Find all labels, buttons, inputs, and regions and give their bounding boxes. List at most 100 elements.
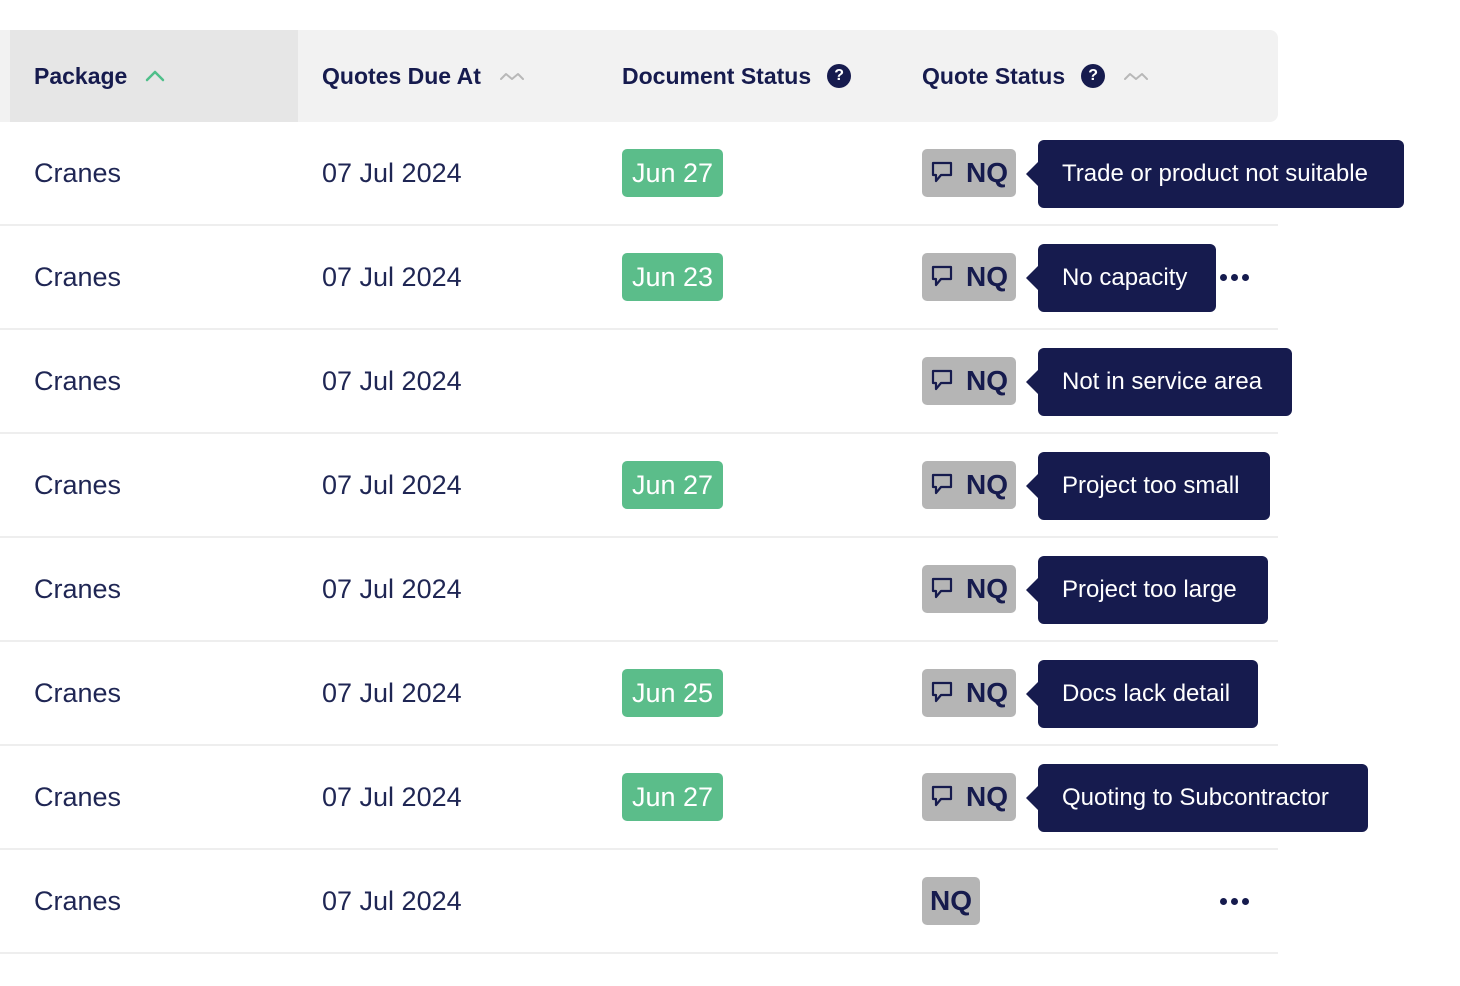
comment-icon <box>930 576 960 602</box>
table-row[interactable]: Cranes 07 Jul 2024 Jun 27 NQ Trade or produc… <box>0 122 1404 226</box>
package-name: Cranes <box>34 157 122 188</box>
quotes-due-cell: 07 Jul 2024 <box>322 850 462 952</box>
quote-status-cell: NQ <box>922 226 1016 328</box>
comment-icon <box>930 368 960 394</box>
document-status-cell: Jun 23 <box>622 226 724 328</box>
quotes-due-cell: 07 Jul 2024 <box>322 330 462 432</box>
help-icon[interactable]: ? <box>827 64 852 88</box>
quote-status-label: NQ <box>966 365 1008 396</box>
tooltip-text: Quoting to Subcontractor <box>1062 784 1329 811</box>
column-header-label: Quotes Due At <box>322 62 481 89</box>
quote-status-badge[interactable]: NQ <box>922 565 1016 613</box>
quote-status-label: NQ <box>966 573 1008 604</box>
quotes-due-cell: 07 Jul 2024 <box>322 538 462 640</box>
quote-status-cell: NQ <box>922 434 1016 536</box>
column-header-quotes-due-at[interactable]: Quotes Due At <box>322 30 525 122</box>
help-icon[interactable]: ? <box>1081 64 1106 88</box>
not-quoting-reason-tooltip: Docs lack detail <box>1026 660 1258 728</box>
due-date: 07 Jul 2024 <box>322 469 462 500</box>
sort-unsorted-icon[interactable] <box>499 70 525 82</box>
quotes-due-cell: 07 Jul 2024 <box>322 122 462 224</box>
package-cell: Cranes <box>34 226 121 328</box>
not-quoting-reason-tooltip: Project too small <box>1026 452 1270 520</box>
document-status-cell: Jun 25 <box>622 642 724 744</box>
table-row[interactable]: Cranes 07 Jul 2024 NQ <box>0 850 1278 954</box>
package-name: Cranes <box>34 573 122 604</box>
quote-status-badge[interactable]: NQ <box>922 669 1016 717</box>
not-quoting-reason-tooltip: Not in service area <box>1026 348 1292 416</box>
document-status-cell: Jun 27 <box>622 746 724 848</box>
quote-status-cell: NQ <box>922 642 1016 744</box>
document-status-badge[interactable]: Jun 27 <box>622 773 724 821</box>
comment-icon <box>930 264 960 290</box>
quote-status-badge[interactable]: NQ <box>922 149 1016 197</box>
quotes-due-cell: 07 Jul 2024 <box>322 642 462 744</box>
document-status-cell: Jun 27 <box>622 122 724 224</box>
due-date: 07 Jul 2024 <box>322 365 462 396</box>
quote-status-badge[interactable]: NQ <box>922 461 1016 509</box>
package-cell: Cranes <box>34 434 121 536</box>
more-options-icon[interactable] <box>1220 850 1249 952</box>
quotes-due-cell: 07 Jul 2024 <box>322 434 462 536</box>
table-body: Cranes 07 Jul 2024 Jun 27 NQ Trade or produc… <box>0 122 1404 954</box>
quote-status-cell: NQ <box>922 122 1016 224</box>
tooltip-text: No capacity <box>1062 264 1188 291</box>
quote-status-label: NQ <box>966 157 1008 188</box>
table-row[interactable]: Cranes 07 Jul 2024 NQ Project too large <box>0 538 1278 642</box>
document-status-badge[interactable]: Jun 27 <box>622 149 724 197</box>
column-header-quote-status[interactable]: Quote Status ? <box>922 30 1149 122</box>
package-cell: Cranes <box>34 850 121 952</box>
quote-status-label: NQ <box>966 677 1008 708</box>
quote-status-badge[interactable]: NQ <box>922 253 1016 301</box>
column-header-label: Document Status <box>622 62 812 89</box>
due-date: 07 Jul 2024 <box>322 573 462 604</box>
column-header-document-status: Document Status ? <box>622 30 852 122</box>
quote-status-cell: NQ <box>922 746 1016 848</box>
table-row[interactable]: Cranes 07 Jul 2024 Jun 27 NQ Project too sma… <box>0 434 1278 538</box>
package-cell: Cranes <box>34 122 121 224</box>
sort-ascending-icon[interactable] <box>145 70 165 82</box>
not-quoting-reason-tooltip: Quoting to Subcontractor <box>1026 764 1368 832</box>
package-cell: Cranes <box>34 330 121 432</box>
quote-status-label: NQ <box>966 781 1008 812</box>
package-name: Cranes <box>34 365 122 396</box>
tooltip-text: Not in service area <box>1062 368 1263 395</box>
not-quoting-reason-tooltip: Trade or product not suitable <box>1026 140 1404 208</box>
document-status-badge[interactable]: Jun 27 <box>622 461 724 509</box>
column-header-package[interactable]: Package <box>10 30 298 122</box>
table-row[interactable]: Cranes 07 Jul 2024 NQ Not in service area <box>0 330 1292 434</box>
tooltip-text: Trade or product not suitable <box>1062 160 1368 187</box>
table-row[interactable]: Cranes 07 Jul 2024 Jun 27 NQ Quoting to Subc… <box>0 746 1368 850</box>
quote-status-badge[interactable]: NQ <box>922 877 980 925</box>
comment-icon <box>930 680 960 706</box>
document-status-badge[interactable]: Jun 23 <box>622 253 724 301</box>
quote-status-cell: NQ <box>922 330 1016 432</box>
quote-status-badge[interactable]: NQ <box>922 773 1016 821</box>
table-row[interactable]: Cranes 07 Jul 2024 Jun 23 NQ No capacity <box>0 226 1278 330</box>
not-quoting-reason-tooltip: No capacity <box>1026 244 1216 312</box>
quote-status-cell: NQ <box>922 850 980 952</box>
comment-icon <box>930 472 960 498</box>
quotes-due-cell: 07 Jul 2024 <box>322 746 462 848</box>
due-date: 07 Jul 2024 <box>322 157 462 188</box>
table-header: Package Quotes Due At Document Status ? … <box>0 30 1278 122</box>
package-name: Cranes <box>34 261 122 292</box>
document-status-badge[interactable]: Jun 25 <box>622 669 724 717</box>
quote-status-label: NQ <box>930 885 972 916</box>
due-date: 07 Jul 2024 <box>322 781 462 812</box>
due-date: 07 Jul 2024 <box>322 261 462 292</box>
quote-status-badge[interactable]: NQ <box>922 357 1016 405</box>
table-row[interactable]: Cranes 07 Jul 2024 Jun 25 NQ Docs lack detai… <box>0 642 1278 746</box>
sort-unsorted-icon[interactable] <box>1123 70 1149 82</box>
document-status-cell: Jun 27 <box>622 434 724 536</box>
tooltip-text: Docs lack detail <box>1062 680 1231 707</box>
package-name: Cranes <box>34 677 122 708</box>
package-cell: Cranes <box>34 538 121 640</box>
package-name: Cranes <box>34 469 122 500</box>
tooltip-text: Project too large <box>1062 576 1237 603</box>
quotes-due-cell: 07 Jul 2024 <box>322 226 462 328</box>
more-options-icon[interactable] <box>1220 226 1249 328</box>
due-date: 07 Jul 2024 <box>322 677 462 708</box>
comment-icon <box>930 784 960 810</box>
quote-status-cell: NQ <box>922 538 1016 640</box>
